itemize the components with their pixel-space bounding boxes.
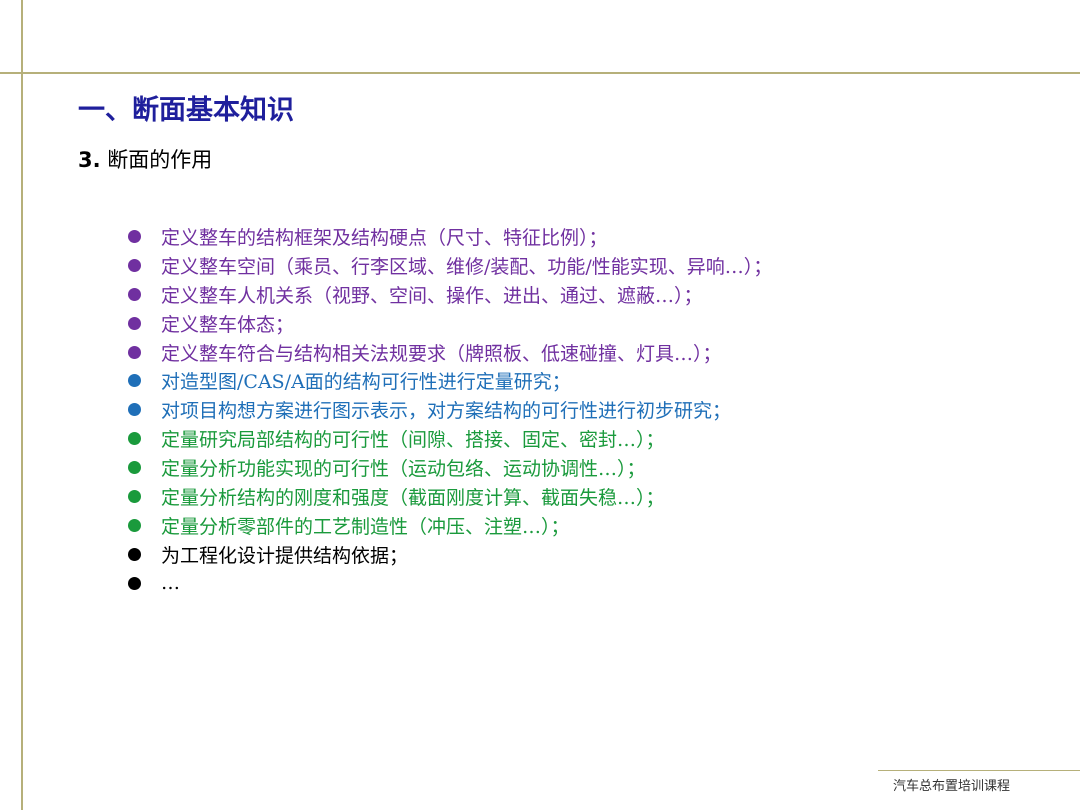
bullet-dot-icon <box>128 345 141 359</box>
list-item: 定量研究局部结构的可行性（间隙、搭接、固定、密封…）； <box>128 424 772 453</box>
bullet-dot-icon <box>128 461 141 475</box>
left-divider-line <box>21 0 23 810</box>
list-item: 定义整车空间（乘员、行李区域、维修/装配、功能/性能实现、异响…）； <box>128 251 772 280</box>
bullet-dot-icon <box>128 576 141 590</box>
bullet-dot-icon <box>128 229 141 243</box>
list-item: 定量分析零部件的工艺制造性（冲压、注塑…）； <box>128 511 772 540</box>
list-item: 定义整车人机关系（视野、空间、操作、进出、通过、遮蔽…）； <box>128 280 772 309</box>
footer-text: 汽车总布置培训课程 <box>893 779 1011 794</box>
slide-subtitle: 3. 断面的作用 <box>78 144 212 174</box>
list-item-text: 对造型图/CAS/A面的结构可行性进行定量研究； <box>161 371 571 394</box>
list-item-text: 对项目构想方案进行图示表示，对方案结构的可行性进行初步研究； <box>161 400 732 423</box>
bullet-dot-icon <box>128 432 141 446</box>
list-item-text: 为工程化设计提供结构依据； <box>161 544 409 567</box>
list-item-text: 定义整车的结构框架及结构硬点（尺寸、特征比例）； <box>161 226 608 249</box>
subtitle-text: 断面的作用 <box>100 148 213 172</box>
list-item-text: 定义整车符合与结构相关法规要求（牌照板、低速碰撞、灯具…）； <box>161 342 722 365</box>
list-item: 定义整车符合与结构相关法规要求（牌照板、低速碰撞、灯具…）； <box>128 338 772 367</box>
list-item: 对项目构想方案进行图示表示，对方案结构的可行性进行初步研究； <box>128 395 772 424</box>
bullet-list: 定义整车的结构框架及结构硬点（尺寸、特征比例）； 定义整车空间（乘员、行李区域、维… <box>128 222 772 598</box>
bullet-dot-icon <box>128 316 141 330</box>
list-item-text: 定义整车空间（乘员、行李区域、维修/装配、功能/性能实现、异响…）； <box>161 255 773 278</box>
list-item: 为工程化设计提供结构依据； <box>128 540 772 569</box>
bullet-dot-icon <box>128 547 141 561</box>
list-item: 定义整车的结构框架及结构硬点（尺寸、特征比例）； <box>128 222 772 251</box>
list-item-text: 定量分析功能实现的可行性（运动包络、运动协调性…）； <box>161 458 646 481</box>
subtitle-number: 3. <box>78 148 101 172</box>
list-item: 定量分析功能实现的可行性（运动包络、运动协调性…）； <box>128 453 772 482</box>
bullet-dot-icon <box>128 489 141 503</box>
bullet-dot-icon <box>128 287 141 301</box>
list-item-text: 定量研究局部结构的可行性（间隙、搭接、固定、密封…）； <box>161 429 665 452</box>
bullet-dot-icon <box>128 258 141 272</box>
footer-divider-line <box>878 770 1080 771</box>
bullet-dot-icon <box>128 518 141 532</box>
bullet-dot-icon <box>128 374 141 388</box>
list-item-text: 定量分析结构的刚度和强度（截面刚度计算、截面失稳…）； <box>161 486 665 509</box>
list-item: … <box>128 569 772 598</box>
list-item: 对造型图/CAS/A面的结构可行性进行定量研究； <box>128 366 772 395</box>
top-divider-line <box>0 72 1080 74</box>
list-item: 定量分析结构的刚度和强度（截面刚度计算、截面失稳…）； <box>128 482 772 511</box>
slide-title: 一、断面基本知识 <box>78 95 294 126</box>
list-item: 定义整车体态； <box>128 309 772 338</box>
list-item-text: 定量分析零部件的工艺制造性（冲压、注塑…）； <box>161 515 570 538</box>
list-item-text: 定义整车人机关系（视野、空间、操作、进出、通过、遮蔽…）； <box>161 284 703 307</box>
list-item-text: 定义整车体态； <box>161 313 295 336</box>
bullet-dot-icon <box>128 403 141 417</box>
list-item-text: … <box>161 572 180 595</box>
